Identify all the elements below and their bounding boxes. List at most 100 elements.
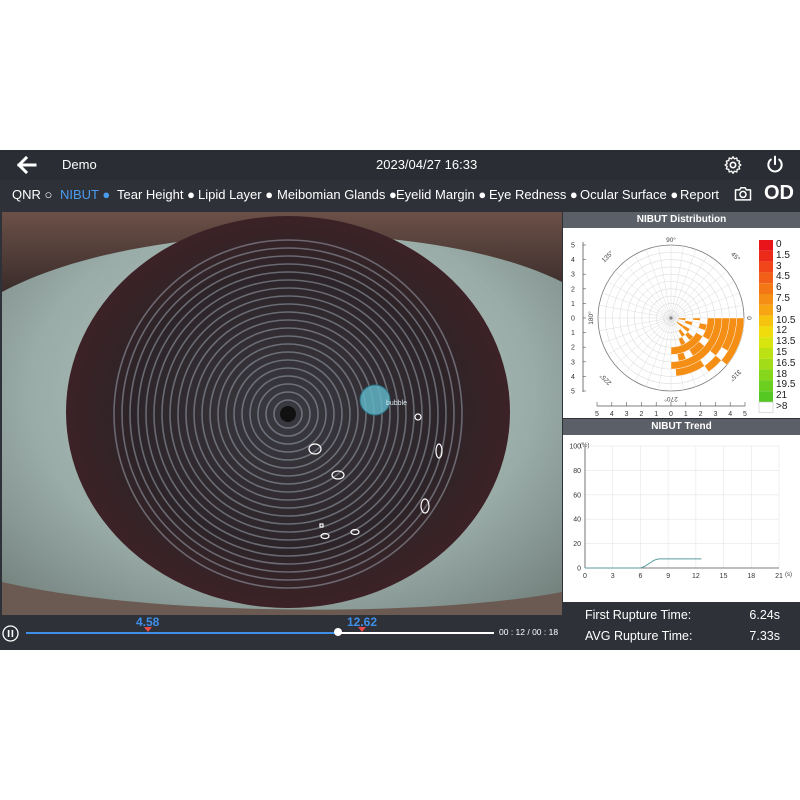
left-axis-tick: 3: [571, 359, 575, 366]
tab-ocular-surface[interactable]: Ocular Surface ●: [580, 187, 678, 202]
trend-title: NIBUT Trend: [563, 419, 800, 435]
first-rupture-value: 6.24s: [749, 608, 780, 622]
trend-x-tick: 6: [638, 573, 642, 580]
tab-nibut[interactable]: NIBUT ●: [60, 187, 110, 202]
trend-x-tick: 9: [666, 573, 670, 580]
angle-label: 315°: [728, 368, 743, 383]
trend-y-tick: 20: [573, 541, 581, 548]
tab-qnr[interactable]: QNR ○: [12, 187, 52, 202]
legend-swatch: [759, 337, 773, 348]
left-axis-tick: 2: [571, 345, 575, 352]
bubble-label: bubble: [386, 400, 407, 407]
bottom-axis-tick: 4: [610, 411, 614, 418]
back-arrow-icon[interactable]: [16, 156, 38, 174]
bottom-axis-tick: 3: [713, 411, 717, 418]
angle-label: 135°: [600, 249, 615, 264]
bottom-axis-tick: 1: [654, 411, 658, 418]
left-axis-tick: 4: [571, 257, 575, 264]
legend-swatch: [758, 401, 774, 414]
first-rupture-label: First Rupture Time:: [585, 608, 692, 622]
trend-x-unit: (s): [785, 572, 792, 578]
nibut-trend: (%) (s) 100806040200036912151821: [563, 435, 800, 602]
legend-label: 15: [776, 347, 788, 358]
trend-x-tick: 0: [583, 573, 587, 580]
legend-swatch: [759, 391, 773, 402]
tab-eyelid-margin[interactable]: Eyelid Margin ●: [396, 187, 486, 202]
tab-tear-height[interactable]: Tear Height ●: [117, 187, 195, 202]
legend-label: >8: [776, 401, 788, 412]
avg-rupture-label: AVG Rupture Time:: [585, 629, 693, 643]
bottom-axis-tick: 4: [728, 411, 732, 418]
legend-swatch: [759, 326, 773, 338]
legend-swatch: [759, 348, 773, 359]
angle-label: 45°: [729, 250, 742, 263]
angle-label: 225°: [598, 372, 613, 387]
legend-swatch: [759, 261, 773, 273]
bottom-axis-tick: 1: [684, 411, 688, 418]
avg-rupture-value: 7.33s: [749, 629, 780, 643]
bottom-axis-tick: 0: [669, 411, 673, 418]
placido-eye-render: bubble: [2, 212, 562, 615]
legend-label: 16.5: [776, 357, 796, 369]
eye-side-label: OD: [764, 182, 794, 204]
bottom-axis-tick: 5: [595, 411, 599, 418]
patient-name: Demo: [62, 157, 97, 172]
analysis-panel: NIBUT Distribution 54321012345 543210123…: [563, 212, 800, 650]
app-window: Demo 2023/04/27 16:33 QNR ○ NIBUT ● Tear…: [0, 150, 800, 650]
tab-lipid-layer[interactable]: Lipid Layer ●: [198, 187, 273, 202]
power-icon[interactable]: [765, 155, 785, 175]
polar-distribution-chart: 5 4 3 2 1 0 1 2 3 4 5 5 4 3 2 1 0 1 2 3 4 5 90° 45° 0 315° 270° 2…: [571, 236, 774, 418]
trend-x-tick: 15: [720, 573, 728, 580]
trend-y-tick: 0: [577, 566, 581, 573]
timeline-track[interactable]: [26, 628, 494, 636]
legend-label: 19.5: [776, 379, 796, 391]
left-axis-tick: 0: [571, 316, 575, 323]
angle-label: 0: [745, 316, 752, 320]
legend-swatch: [759, 294, 773, 305]
gear-icon[interactable]: [723, 155, 743, 175]
module-tabs: QNR ○ NIBUT ● Tear Height ● Lipid Layer …: [0, 180, 800, 210]
left-axis-tick: 5: [571, 389, 575, 396]
bottom-axis-tick: 3: [625, 411, 629, 418]
left-axis-tick: 3: [571, 272, 575, 279]
legend-swatch: [759, 358, 773, 370]
trend-x-tick: 3: [611, 573, 615, 580]
trend-x-tick: 21: [775, 573, 783, 580]
trend-series-line: [585, 558, 702, 569]
legend-swatch: [759, 304, 773, 316]
legend-label: 3: [776, 260, 782, 272]
header-bar: Demo 2023/04/27 16:33: [0, 150, 800, 180]
angle-label: 270°: [664, 395, 678, 403]
trend-y-tick: 80: [573, 468, 581, 475]
legend-label: 4.5: [776, 271, 790, 283]
legend-swatch: [759, 380, 773, 392]
timeline-progress: [26, 632, 339, 634]
trend-y-tick: 60: [573, 492, 581, 499]
bottom-axis-tick: 2: [699, 411, 703, 418]
left-axis-tick: 1: [571, 301, 575, 308]
trend-y-tick: 40: [573, 517, 581, 524]
trend-y-tick: 100: [569, 444, 581, 451]
timecode: 00 : 12 / 00 : 18: [499, 627, 559, 637]
legend-label: 21: [776, 390, 788, 402]
pause-icon[interactable]: [2, 625, 19, 642]
camera-icon[interactable]: [733, 184, 753, 204]
distribution-cell: [692, 317, 701, 321]
tab-meibomian-glands[interactable]: Meibomian Glands ●: [277, 187, 397, 202]
legend-swatch: [759, 315, 773, 327]
legend-swatch: [759, 250, 773, 262]
timeline-thumb[interactable]: [334, 628, 343, 636]
trend-x-tick: 18: [747, 573, 755, 580]
nibut-distribution: 54321012345 54321012345 90° 45° 0 315° 270° 2…: [563, 228, 800, 418]
legend-label: 18: [776, 368, 788, 380]
legend-label: 7.5: [776, 293, 790, 304]
bottom-axis-tick: 2: [639, 411, 643, 418]
legend-swatch: [759, 283, 773, 294]
tab-report[interactable]: Report: [680, 187, 719, 202]
trend-x-tick: 12: [692, 573, 700, 580]
tab-eye-redness[interactable]: Eye Redness ●: [489, 187, 578, 202]
legend-label: 6: [776, 282, 782, 294]
left-axis-tick: 1: [571, 330, 575, 337]
trend-chart: (%) (s) 100806040200036912151821: [569, 443, 792, 580]
eye-image: bubble: [2, 212, 562, 615]
